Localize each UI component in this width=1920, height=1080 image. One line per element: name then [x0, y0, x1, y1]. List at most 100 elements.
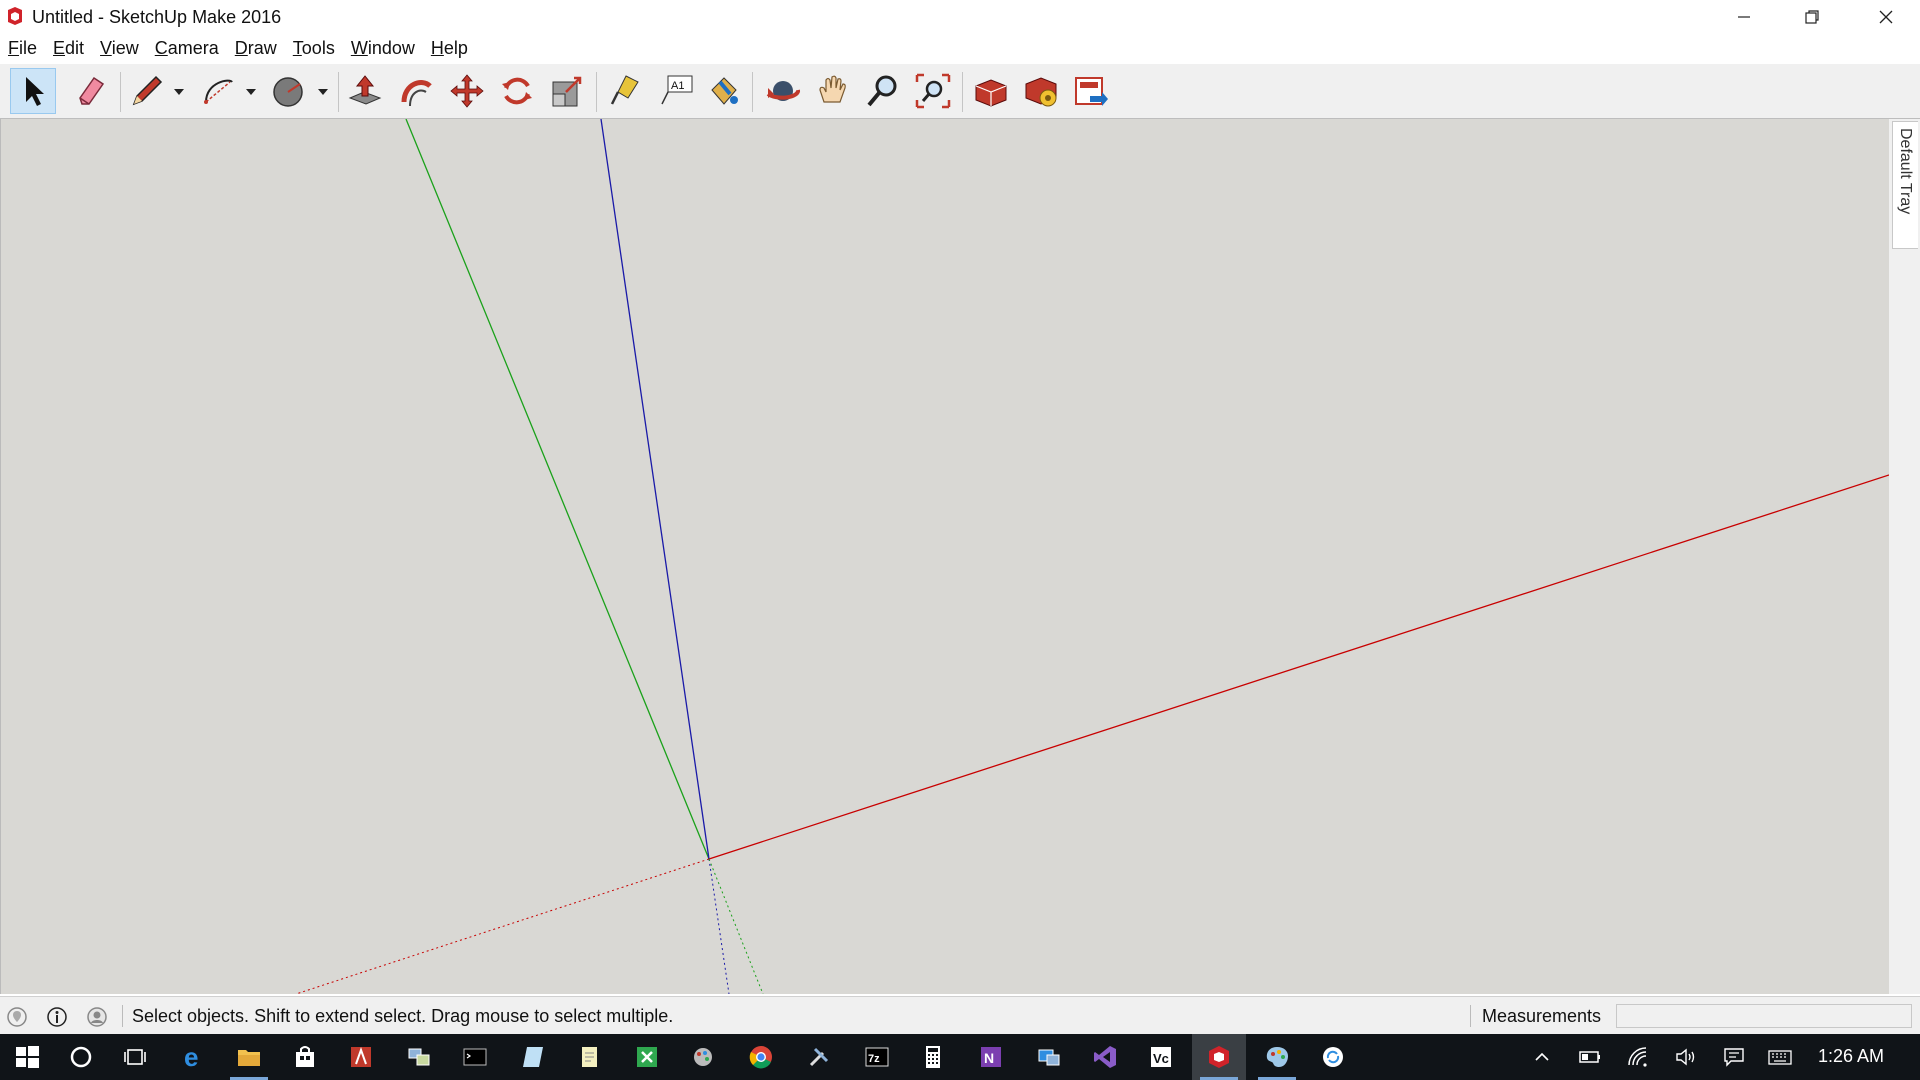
chevron-up-icon[interactable] — [1530, 1045, 1554, 1069]
tape-measure-tool-button[interactable] — [602, 68, 648, 114]
rotate-tool-button[interactable] — [494, 68, 540, 114]
toolbar-separator — [120, 72, 121, 112]
menu-view[interactable]: View — [92, 36, 147, 62]
chevron-down-icon[interactable] — [244, 86, 258, 98]
paint-bucket-tool-button[interactable] — [700, 68, 746, 114]
close-icon — [1879, 10, 1893, 24]
warehouse-button[interactable] — [968, 68, 1014, 114]
taskbar-onenote[interactable]: N — [964, 1034, 1018, 1080]
title-bar: Untitled - SketchUp Make 2016 — [0, 0, 1920, 34]
taskbar-7zip[interactable]: 7z — [850, 1034, 904, 1080]
taskbar-visual-studio[interactable] — [1078, 1034, 1132, 1080]
folder-icon — [238, 1050, 260, 1066]
magnifier-icon — [867, 75, 897, 107]
line-tool-button[interactable] — [124, 68, 170, 114]
task-view-button[interactable] — [108, 1034, 162, 1080]
menu-bar: File Edit View Camera Draw Tools Window … — [0, 36, 476, 62]
menu-edit[interactable]: Edit — [45, 36, 92, 62]
sketchup-icon — [1209, 1046, 1229, 1068]
text-tool-button[interactable]: A1 — [654, 68, 700, 114]
start-button[interactable] — [0, 1034, 54, 1080]
extension-warehouse-icon — [1025, 77, 1057, 107]
taskbar-edge[interactable]: e — [166, 1034, 220, 1080]
taskbar-sketchup[interactable] — [1192, 1034, 1246, 1080]
status-bar: Select objects. Shift to extend select. … — [0, 996, 1920, 1035]
close-button[interactable] — [1852, 0, 1920, 34]
volume-icon[interactable] — [1674, 1045, 1698, 1069]
cortana-search-button[interactable] — [54, 1034, 108, 1080]
taskbar-clock[interactable]: 1:26 AM — [1818, 1046, 1884, 1067]
move-tool-button[interactable] — [444, 68, 490, 114]
keyboard-icon[interactable] — [1768, 1045, 1792, 1069]
tools-icon — [809, 1047, 829, 1067]
onenote-icon: N — [981, 1047, 1001, 1067]
taskbar-chrome[interactable] — [734, 1034, 788, 1080]
menu-camera[interactable]: Camera — [147, 36, 227, 62]
menu-tools[interactable]: Tools — [285, 36, 343, 62]
taskbar-remote-desktop[interactable] — [1022, 1034, 1076, 1080]
scale-tool-button[interactable] — [544, 68, 590, 114]
drawing-canvas[interactable] — [0, 119, 1889, 994]
taskbar-file-explorer[interactable] — [222, 1034, 276, 1080]
arc-icon — [204, 79, 233, 104]
default-tray-tab[interactable]: Default Tray — [1892, 121, 1918, 249]
status-separator — [1470, 1005, 1471, 1027]
taskbar-store[interactable] — [278, 1034, 332, 1080]
arc-tool-button[interactable] — [196, 68, 242, 114]
green-axis — [405, 119, 710, 860]
restore-icon — [1805, 10, 1819, 24]
taskbar-visio[interactable]: Vc — [1134, 1034, 1188, 1080]
taskbar-green-app[interactable] — [620, 1034, 674, 1080]
svg-text:A1: A1 — [671, 80, 684, 92]
hand-icon — [819, 75, 846, 103]
toolbar: A1 — [0, 64, 1920, 119]
taskbar-calculator[interactable] — [906, 1034, 960, 1080]
zoom-extents-tool-button[interactable] — [910, 68, 956, 114]
follow-me-tool-button[interactable] — [394, 68, 440, 114]
pan-tool-button[interactable] — [810, 68, 856, 114]
chevron-down-icon[interactable] — [172, 86, 186, 98]
battery-icon[interactable] — [1578, 1045, 1602, 1069]
taskbar-notes[interactable] — [506, 1034, 560, 1080]
cortana-circle-icon — [70, 1046, 92, 1068]
notifications-icon[interactable] — [1722, 1045, 1746, 1069]
eraser-icon — [79, 76, 105, 105]
taskbar-app-red[interactable] — [334, 1034, 388, 1080]
taskbar-network-tool[interactable] — [392, 1034, 446, 1080]
toolbar-separator — [752, 72, 753, 112]
chevron-down-icon[interactable] — [316, 86, 330, 98]
extension-warehouse-button[interactable] — [1018, 68, 1064, 114]
credits-info-icon[interactable] — [46, 1006, 68, 1028]
push-pull-tool-button[interactable] — [342, 68, 388, 114]
taskbar-tools-app[interactable] — [792, 1034, 846, 1080]
menu-file[interactable]: File — [0, 36, 45, 62]
zoom-extents-icon — [915, 73, 951, 109]
push-pull-icon — [348, 75, 382, 105]
send-to-layout-button[interactable] — [1068, 68, 1114, 114]
shapes-tool-button[interactable] — [266, 68, 312, 114]
geolocation-icon[interactable] — [6, 1006, 28, 1028]
follow-me-icon — [401, 80, 432, 107]
taskbar-notepad[interactable] — [562, 1034, 616, 1080]
taskbar-sync-app[interactable] — [1306, 1034, 1360, 1080]
menu-draw[interactable]: Draw — [227, 36, 285, 62]
taskbar-paint-tool[interactable] — [676, 1034, 730, 1080]
menu-help[interactable]: Help — [423, 36, 476, 62]
windows-logo-icon — [16, 1046, 39, 1068]
7zip-icon: 7z — [865, 1047, 889, 1067]
restore-button[interactable] — [1778, 0, 1846, 34]
menu-window[interactable]: Window — [343, 36, 423, 62]
default-tray-label: Default Tray — [1897, 128, 1914, 215]
minimize-button[interactable] — [1710, 0, 1778, 34]
eraser-tool-button[interactable] — [68, 68, 114, 114]
orbit-tool-button[interactable] — [760, 68, 806, 114]
measurements-input[interactable] — [1616, 1004, 1912, 1028]
zoom-tool-button[interactable] — [860, 68, 906, 114]
wifi-icon[interactable] — [1626, 1045, 1650, 1069]
network-computers-icon — [408, 1048, 430, 1066]
taskbar-command-prompt[interactable] — [448, 1034, 502, 1080]
user-account-icon[interactable] — [86, 1006, 108, 1028]
taskbar-paint[interactable] — [1250, 1034, 1304, 1080]
select-tool-button[interactable] — [10, 68, 56, 114]
taskbar: e 7z N Vc 1:26 AM — [0, 1034, 1920, 1080]
